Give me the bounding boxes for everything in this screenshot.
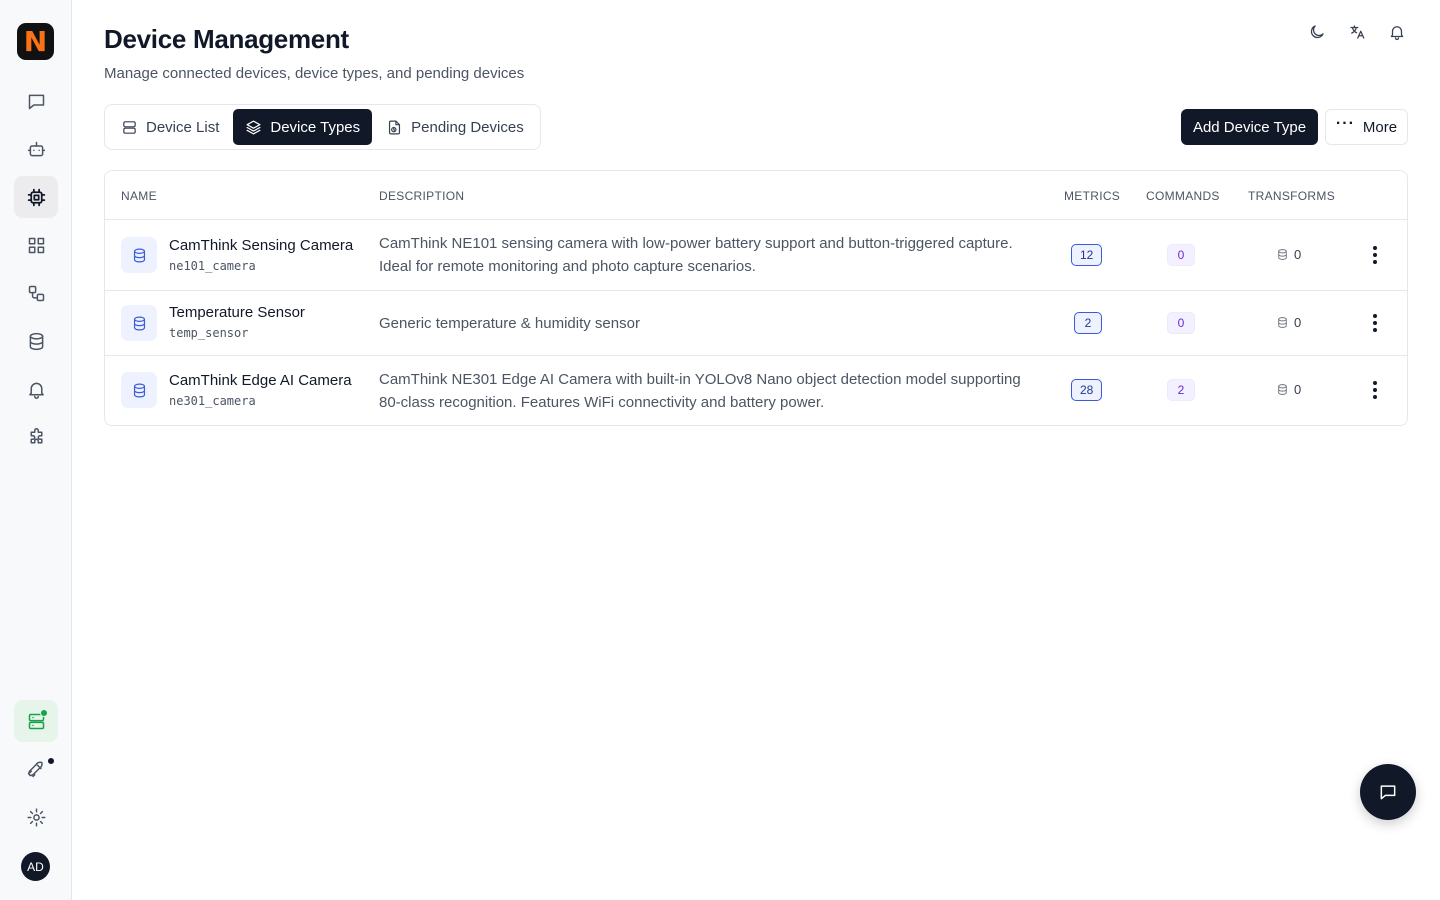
database-icon (1278, 317, 1287, 328)
device-type-icon (121, 305, 157, 341)
logo-letter: N (23, 24, 48, 58)
device-type-name[interactable]: CamThink Sensing Camera (169, 237, 353, 254)
database-icon (29, 332, 43, 350)
tab-pending-devices[interactable]: Pending Devices (374, 109, 536, 145)
database-icon (133, 383, 145, 397)
sidebar-item-settings[interactable] (14, 796, 58, 838)
tab-label: Device Types (270, 118, 361, 136)
page-subtitle: Manage connected devices, device types, … (104, 65, 525, 82)
list-icon (123, 120, 136, 134)
row-actions-button[interactable] (1365, 378, 1385, 402)
bell-icon (1390, 26, 1404, 41)
sidebar-item-chat[interactable] (14, 80, 58, 122)
app-logo[interactable]: N (17, 23, 54, 60)
workflow-icon (28, 285, 44, 301)
bot-icon (27, 141, 45, 156)
column-header-name[interactable]: NAME (121, 189, 157, 203)
transforms-count: 0 (1276, 247, 1301, 262)
transforms-count: 0 (1276, 382, 1301, 397)
database-icon (1278, 384, 1287, 395)
metrics-badge: 2 (1074, 312, 1102, 334)
more-button[interactable]: ··· More (1325, 109, 1408, 145)
bell-icon (28, 382, 44, 399)
column-header-metrics[interactable]: METRICS (1064, 189, 1120, 203)
translate-icon (1350, 25, 1365, 39)
commands-badge: 0 (1167, 312, 1195, 334)
device-type-icon (121, 372, 157, 408)
theme-toggle-button[interactable] (1306, 20, 1328, 44)
metrics-badge: 12 (1071, 244, 1103, 266)
user-avatar[interactable]: AD (21, 852, 50, 881)
commands-badge: 2 (1167, 379, 1195, 401)
grid-icon (28, 237, 44, 253)
chat-icon (28, 94, 44, 109)
tab-bar: Device List Device Types Pending Devices (104, 104, 541, 150)
sidebar-item-dashboard[interactable] (14, 224, 58, 266)
device-type-description: CamThink NE101 sensing camera with low-p… (379, 235, 1013, 275)
gear-icon (26, 807, 46, 827)
tab-label: Device List (146, 118, 220, 136)
table-header: NAME DESCRIPTION METRICS COMMANDS TRANSF… (105, 171, 1407, 220)
row-actions-button[interactable] (1365, 243, 1385, 267)
sidebar-item-data[interactable] (14, 320, 58, 362)
device-type-code: ne101_camera (169, 259, 256, 273)
transforms-value: 0 (1294, 315, 1302, 330)
table-row[interactable]: CamThink Edge AI Camera ne301_camera Cam… (105, 356, 1407, 425)
device-type-icon (121, 237, 157, 273)
add-device-type-button[interactable]: Add Device Type (1181, 109, 1318, 145)
device-type-name[interactable]: CamThink Edge AI Camera (169, 372, 352, 389)
metrics-badge: 28 (1071, 379, 1103, 401)
notifications-button[interactable] (1386, 20, 1408, 44)
file-pending-icon (389, 120, 401, 134)
device-type-code: ne301_camera (169, 394, 256, 408)
puzzle-icon (30, 427, 42, 443)
device-type-description: Generic temperature & humidity sensor (379, 315, 640, 332)
more-label: More (1362, 118, 1398, 136)
table-row[interactable]: Temperature Sensor temp_sensor Generic t… (105, 291, 1407, 356)
moon-icon (1310, 25, 1324, 39)
tab-device-types[interactable]: Device Types (233, 109, 373, 145)
database-icon (133, 316, 145, 330)
commands-badge: 0 (1167, 244, 1195, 266)
tab-label: Pending Devices (411, 118, 524, 136)
chip-icon (27, 188, 45, 206)
column-header-commands[interactable]: COMMANDS (1146, 189, 1220, 203)
sidebar-item-getting-started[interactable] (14, 748, 58, 790)
chat-assistant-button[interactable] (1360, 764, 1416, 820)
device-types-table: NAME DESCRIPTION METRICS COMMANDS TRANSF… (104, 170, 1408, 426)
page-title: Device Management (104, 24, 349, 54)
layers-icon (246, 120, 261, 134)
status-online-dot (40, 709, 48, 717)
sidebar-item-alerts[interactable] (14, 368, 58, 410)
transforms-value: 0 (1294, 247, 1302, 262)
transforms-value: 0 (1294, 382, 1302, 397)
table-row[interactable]: CamThink Sensing Camera ne101_camera Cam… (105, 220, 1407, 291)
column-header-description[interactable]: DESCRIPTION (379, 189, 464, 203)
device-type-name[interactable]: Temperature Sensor (169, 304, 305, 321)
chat-icon (1380, 785, 1396, 800)
sidebar-item-agents[interactable] (14, 128, 58, 170)
sidebar-item-plugins[interactable] (14, 416, 58, 458)
header-toolbar (1306, 20, 1408, 44)
device-type-description: CamThink NE301 Edge AI Camera with built… (379, 371, 1021, 411)
notification-dot (48, 758, 54, 764)
sidebar-item-server-status[interactable] (14, 700, 58, 742)
language-button[interactable] (1346, 20, 1368, 44)
database-icon (133, 248, 145, 262)
tab-device-list[interactable]: Device List (109, 109, 231, 145)
sidebar-item-devices[interactable] (14, 176, 58, 218)
database-icon (1278, 249, 1287, 260)
transforms-count: 0 (1276, 315, 1301, 330)
column-header-transforms[interactable]: TRANSFORMS (1248, 189, 1335, 203)
device-type-code: temp_sensor (169, 326, 249, 340)
rocket-icon (27, 761, 43, 777)
sidebar-item-workflows[interactable] (14, 272, 58, 314)
sidebar: N AD (0, 0, 72, 900)
ellipsis-icon: ··· (1335, 115, 1355, 132)
row-actions-button[interactable] (1365, 311, 1385, 335)
